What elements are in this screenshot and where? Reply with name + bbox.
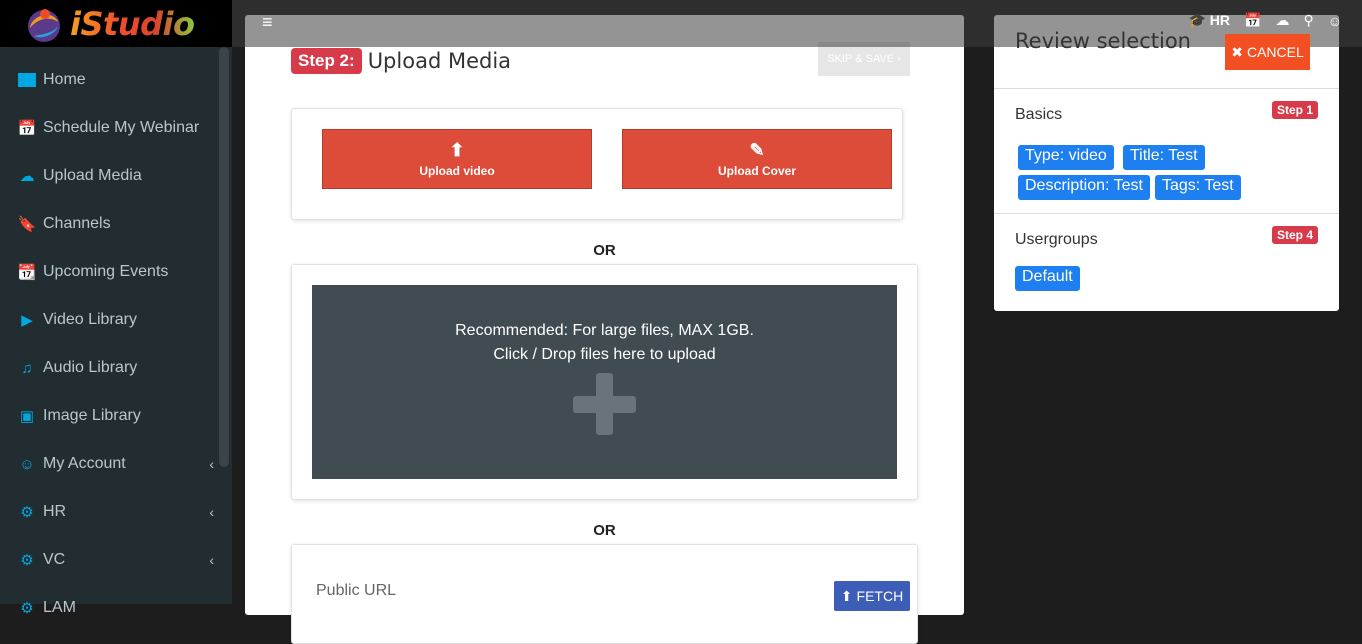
calendar-plus-icon: 📅	[17, 120, 37, 137]
logo-text: iStudio	[70, 4, 195, 43]
sidebar-item-label: Upcoming Events	[43, 263, 169, 280]
step-badge: Step 2:	[291, 48, 362, 74]
sidebar-item-label: Video Library	[43, 311, 137, 328]
upload-video-label: Upload video	[419, 164, 495, 178]
hamburger-menu-icon[interactable]: ≡	[262, 13, 273, 31]
cogs-icon: ⚙	[20, 552, 34, 569]
image-icon: ▣	[19, 408, 35, 425]
sidebar-item-upload-media[interactable]: ☁ Upload Media	[0, 152, 232, 200]
upload-icon: ⬆	[449, 140, 465, 160]
upload-cover-button[interactable]: ✎ Upload Cover	[622, 129, 892, 189]
step-badge: Step 1	[1271, 101, 1318, 119]
or-separator: OR	[593, 242, 616, 259]
upload-video-button[interactable]: ⬆ Upload video	[322, 129, 592, 189]
logo-icon	[28, 8, 60, 42]
bookmark-icon: 🔖	[17, 216, 37, 233]
hr-menu[interactable]: 🎓 HR	[1188, 12, 1230, 29]
step-title: Upload Media	[367, 49, 512, 73]
sidebar-nav: Home 📅 Schedule My Webinar ☁ Upload Media …	[0, 47, 232, 632]
sidebar-item-label: Schedule My Webinar	[43, 119, 200, 136]
cancel-label: CANCEL	[1246, 44, 1304, 60]
usergroups-section: Usergroups Step 4 Default	[994, 213, 1339, 311]
page-title: Step 2: Upload Media	[291, 48, 511, 74]
tag-description: Description: Test	[1018, 175, 1150, 200]
sidebar: iStudio Home 📅 Schedule My Webinar ☁ Uploa…	[0, 0, 232, 617]
review-selection-panel: Review selection ✖ CANCEL Basics Step 1 T…	[994, 15, 1339, 311]
sidebar-item-channels[interactable]: 🔖 Channels	[0, 200, 232, 248]
logo[interactable]: iStudio	[0, 0, 232, 47]
chevron-left-icon: ‹	[209, 504, 214, 520]
calendar-icon[interactable]: 📅	[1244, 12, 1261, 29]
plus-icon-bar	[573, 396, 636, 413]
monitor-icon	[17, 70, 37, 90]
dropzone-instruction: Click / Drop files here to upload	[493, 346, 716, 363]
cloud-upload-icon[interactable]: ☁	[1275, 12, 1289, 29]
sidebar-item-lam[interactable]: ⚙ LAM	[0, 584, 232, 632]
music-icon: ♫	[21, 359, 33, 377]
fetch-button[interactable]: ⬆ FETCH	[834, 581, 910, 611]
public-url-label: Public URL	[316, 582, 397, 599]
upload-cover-label: Upload Cover	[717, 164, 796, 178]
sidebar-item-label: HR	[43, 503, 67, 520]
dropzone-recommendation: Recommended: For large files, MAX 1GB.	[455, 322, 754, 339]
dropzone-card: Recommended: For large files, MAX 1GB. C…	[291, 264, 918, 500]
sidebar-item-hr[interactable]: ⚙ HR ‹	[0, 488, 232, 536]
sidebar-item-schedule-my-webinar[interactable]: 📅 Schedule My Webinar	[0, 104, 232, 152]
sidebar-item-label: Audio Library	[43, 359, 138, 376]
chevron-right-icon: ›	[897, 53, 901, 65]
sidebar-item-vc[interactable]: ⚙ VC ‹	[0, 536, 232, 584]
sidebar-item-label: Upload Media	[43, 167, 142, 184]
basics-title: Basics	[1015, 106, 1063, 123]
top-navbar: ≡ 🎓 HR 📅 ☁ ⚲ ☺	[232, 0, 1362, 47]
tag-type: Type: video	[1018, 145, 1114, 170]
sidebar-item-label: Image Library	[43, 407, 141, 424]
sidebar-item-label: My Account	[43, 455, 126, 472]
navbar-actions: 🎓 HR 📅 ☁ ⚲ ☺	[1188, 12, 1342, 29]
file-dropzone[interactable]: Recommended: For large files, MAX 1GB. C…	[312, 285, 897, 479]
upload-icon: ⬆	[840, 587, 853, 604]
cloud-upload-icon: ☁	[19, 168, 35, 185]
sidebar-item-upcoming-events[interactable]: 📆 Upcoming Events	[0, 248, 232, 296]
sidebar-item-video-library[interactable]: ▶ Video Library	[0, 296, 232, 344]
skip-label: SKIP & SAVE	[827, 53, 895, 65]
user-icon: ☺	[19, 455, 35, 473]
graduation-cap-icon: 🎓	[1188, 12, 1206, 28]
video-icon: ▶	[21, 312, 33, 329]
sidebar-item-label: VC	[43, 551, 66, 568]
public-url-card: Public URL ⬆ FETCH	[291, 544, 918, 644]
tag-title: Title: Test	[1123, 145, 1205, 170]
user-icon[interactable]: ☺	[1328, 13, 1342, 29]
sidebar-scrollbar[interactable]	[219, 47, 229, 467]
step-badge: Step 4	[1271, 226, 1318, 244]
usergroups-title: Usergroups	[1015, 231, 1098, 248]
upload-buttons-card: ⬆ Upload video ✎ Upload Cover	[291, 108, 903, 220]
edit-icon: ✎	[749, 140, 765, 160]
or-separator: OR	[593, 522, 616, 539]
hr-label: HR	[1209, 12, 1230, 28]
cogs-icon: ⚙	[20, 600, 34, 617]
close-icon: ✖	[1231, 43, 1243, 60]
search-icon[interactable]: ⚲	[1303, 12, 1313, 29]
basics-section: Basics Step 1 Type: video Title: Test De…	[994, 88, 1339, 213]
sidebar-item-image-library[interactable]: ▣ Image Library	[0, 392, 232, 440]
cancel-button[interactable]: ✖ CANCEL	[1225, 34, 1310, 70]
sidebar-item-my-account[interactable]: ☺ My Account ‹	[0, 440, 232, 488]
upload-media-panel: Step 2: Upload Media SKIP & SAVE › ⬆ Upl…	[245, 15, 964, 644]
tag-tags: Tags: Test	[1155, 175, 1241, 200]
skip-and-save-button[interactable]: SKIP & SAVE ›	[818, 42, 910, 76]
review-title: Review selection	[1015, 29, 1191, 53]
sidebar-item-audio-library[interactable]: ♫ Audio Library	[0, 344, 232, 392]
chevron-left-icon: ‹	[209, 552, 214, 568]
calendar-icon: 📆	[17, 264, 37, 281]
chevron-left-icon: ‹	[209, 456, 214, 472]
cogs-icon: ⚙	[20, 504, 34, 521]
tag-usergroup: Default	[1015, 266, 1080, 291]
sidebar-item-label: Home	[43, 71, 86, 88]
sidebar-item-label: Channels	[43, 215, 111, 232]
sidebar-item-home[interactable]: Home	[0, 56, 232, 104]
fetch-label: FETCH	[856, 588, 904, 604]
sidebar-item-label: LAM	[43, 599, 76, 616]
